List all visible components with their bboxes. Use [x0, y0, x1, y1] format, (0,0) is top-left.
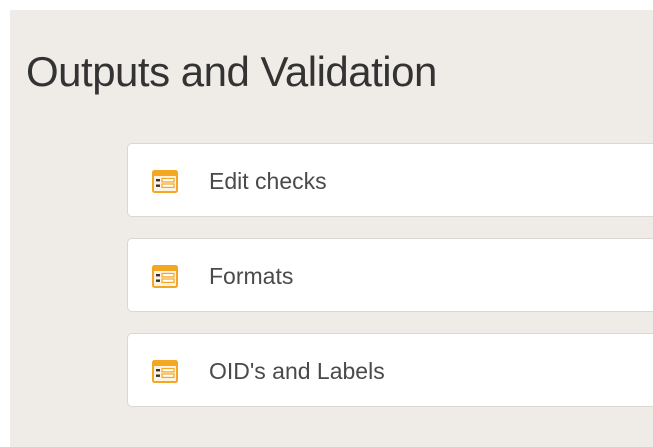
- form-list-icon: [152, 360, 178, 383]
- list-item-label: Edit checks: [209, 168, 327, 194]
- list-item-oids-and-labels[interactable]: OID's and Labels: [127, 333, 653, 407]
- form-list-icon: [152, 265, 178, 288]
- page-title: Outputs and Validation: [26, 48, 437, 95]
- list-item-edit-checks[interactable]: Edit checks: [127, 143, 653, 217]
- item-list: Edit checks Formats OID's and Labels: [127, 143, 653, 428]
- form-list-icon: [152, 170, 178, 193]
- list-item-label: Formats: [209, 263, 294, 289]
- list-item-formats[interactable]: Formats: [127, 238, 653, 312]
- list-item-label: OID's and Labels: [209, 358, 385, 384]
